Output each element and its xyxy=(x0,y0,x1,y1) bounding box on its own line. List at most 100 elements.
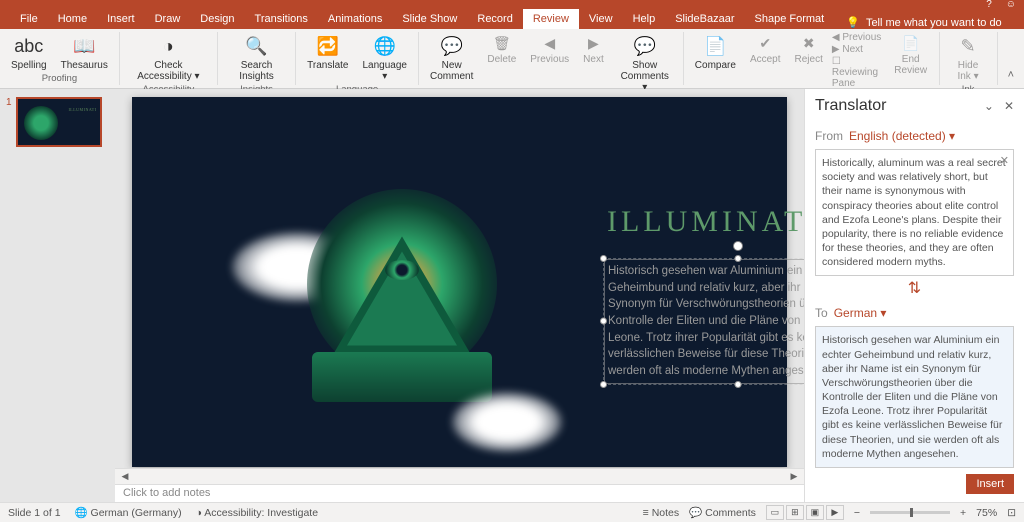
delete-comment-button: 🗑Delete xyxy=(482,32,521,67)
comment-icon: 💬 xyxy=(440,34,464,58)
tab-draw[interactable]: Draw xyxy=(145,9,191,29)
tab-file[interactable]: File xyxy=(10,9,48,29)
comments-icon: 💬 xyxy=(633,34,657,58)
zoom-out-button[interactable]: − xyxy=(854,507,860,519)
clear-source-icon[interactable]: ✕ xyxy=(1000,154,1009,169)
sorter-view-button[interactable]: ⊞ xyxy=(786,505,804,520)
cloud-icon xyxy=(452,392,562,452)
from-language-dropdown[interactable]: English (detected) ▾ xyxy=(849,129,955,143)
check-accessibility-button[interactable]: ◑Check Accessibility ▾ xyxy=(126,32,211,84)
globe-icon: 🌐 xyxy=(373,34,397,58)
slide-title[interactable]: ILLUMINATI xyxy=(607,205,804,239)
pane-close-icon[interactable]: ✕ xyxy=(1004,99,1014,113)
normal-view-button[interactable]: ▭ xyxy=(766,505,784,520)
accessibility-icon: ◑ xyxy=(156,34,180,58)
tab-record[interactable]: Record xyxy=(467,9,522,29)
slide-thumbnail-1[interactable]: ILLUMINATI xyxy=(16,97,102,147)
resize-handle-tl[interactable] xyxy=(600,255,607,262)
tab-transitions[interactable]: Transitions xyxy=(245,9,318,29)
resize-handle-bl[interactable] xyxy=(600,381,607,388)
spelling-icon: abc xyxy=(17,34,41,58)
scroll-left-icon[interactable]: ◀ xyxy=(119,471,131,482)
bulb-icon: 💡 xyxy=(846,16,860,29)
compare-icon: 📄 xyxy=(703,34,727,58)
to-language-dropdown[interactable]: German ▾ xyxy=(834,306,887,320)
tab-slidebazaar[interactable]: SlideBazaar xyxy=(665,9,744,29)
source-text-box[interactable]: Historically, aluminum was a real secret… xyxy=(815,149,1014,276)
eye-icon xyxy=(385,260,419,280)
zoom-in-button[interactable]: + xyxy=(960,507,966,519)
slide-thumbnails: 1 ILLUMINATI xyxy=(0,89,115,502)
spelling-button[interactable]: abcSpelling xyxy=(6,32,52,73)
zoom-thumb[interactable] xyxy=(910,508,913,517)
fit-window-button[interactable]: ⊡ xyxy=(1007,507,1016,519)
tab-view[interactable]: View xyxy=(579,9,623,29)
tab-animations[interactable]: Animations xyxy=(318,9,392,29)
end-review-button: 📄End Review xyxy=(889,32,933,78)
show-comments-button[interactable]: 💬Show Comments ▾ xyxy=(613,32,677,95)
hide-ink-button: ✎Hide Ink ▾ xyxy=(946,32,991,84)
rotate-handle[interactable] xyxy=(733,241,743,251)
notes-toggle[interactable]: ≡ Notes xyxy=(643,507,679,519)
tell-me-search[interactable]: 💡 Tell me what you want to do xyxy=(846,16,1001,29)
tab-shape-format[interactable]: Shape Format xyxy=(745,9,835,29)
slide-body-textbox[interactable]: Historisch gesehen war Aluminium ein ech… xyxy=(604,259,804,384)
scroll-right-icon[interactable]: ▶ xyxy=(788,471,800,482)
tab-design[interactable]: Design xyxy=(190,9,244,29)
new-comment-button[interactable]: 💬New Comment xyxy=(425,32,478,84)
resize-handle-mb[interactable] xyxy=(735,381,742,388)
tab-home[interactable]: Home xyxy=(48,9,97,29)
compare-button[interactable]: 📄Compare xyxy=(690,32,741,73)
zoom-level[interactable]: 75% xyxy=(976,507,997,519)
tab-review[interactable]: Review xyxy=(523,9,579,29)
tab-insert[interactable]: Insert xyxy=(97,9,145,29)
reject-icon: ✖ xyxy=(800,34,818,52)
search-insights-button[interactable]: 🔍Search Insights xyxy=(224,32,289,84)
resize-handle-ml[interactable] xyxy=(600,318,607,325)
translator-title: Translator xyxy=(815,97,886,115)
comments-toggle[interactable]: 💬 Comments xyxy=(689,506,756,519)
resize-handle-mt[interactable] xyxy=(735,255,742,262)
language-button[interactable]: 🌐Language ▾ xyxy=(358,32,413,84)
target-text-box: Historisch gesehen war Aluminium ein ech… xyxy=(815,326,1014,468)
thumb-number: 1 xyxy=(6,97,12,147)
next-change-icon: ▶ xyxy=(832,44,842,55)
language-status[interactable]: 🌐 German (Germany) xyxy=(75,506,182,519)
group-proofing: Proofing xyxy=(42,73,77,86)
translate-icon: 🔁 xyxy=(316,34,340,58)
thumb-title: ILLUMINATI xyxy=(68,107,96,112)
horizontal-scrollbar[interactable]: ◀ ▶ xyxy=(115,468,804,484)
slide-body-text[interactable]: Historisch gesehen war Aluminium ein ech… xyxy=(604,259,804,384)
insert-button[interactable]: Insert xyxy=(966,474,1014,494)
tell-me-label: Tell me what you want to do xyxy=(866,17,1002,29)
thesaurus-button[interactable]: 📖Thesaurus xyxy=(56,32,113,73)
slide-canvas[interactable]: ILLUMINATI Historisch gesehen war Alumin… xyxy=(132,97,787,467)
accept-button: ✔Accept xyxy=(745,32,786,67)
translate-button[interactable]: 🔁Translate xyxy=(302,32,353,73)
base-icon xyxy=(312,352,492,402)
slide-illustration xyxy=(262,172,542,452)
notes-pane[interactable]: Click to add notes xyxy=(115,484,804,502)
slideshow-button[interactable]: ▶ xyxy=(826,505,844,520)
ink-icon: ✎ xyxy=(956,34,980,58)
prev-change-button: ◀ Previous xyxy=(832,32,885,43)
ribbon-tabs: File Home Insert Draw Design Transitions… xyxy=(0,9,1024,29)
tab-slideshow[interactable]: Slide Show xyxy=(392,9,467,29)
reading-view-button[interactable]: ▣ xyxy=(806,505,824,520)
collapse-ribbon-button[interactable]: ˄ xyxy=(998,65,1024,85)
zoom-slider[interactable] xyxy=(870,511,950,514)
swap-languages-button[interactable]: ⇅ xyxy=(815,278,1014,298)
titlebar: ? ☺ xyxy=(0,0,1024,9)
accessibility-status[interactable]: ◑ Accessibility: Investigate xyxy=(196,507,319,519)
next-icon: ▶ xyxy=(584,34,602,52)
ribbon: abcSpelling 📖Thesaurus Proofing ◑Check A… xyxy=(0,29,1024,89)
source-text: Historically, aluminum was a real secret… xyxy=(822,157,1006,268)
prev-change-icon: ◀ xyxy=(832,32,842,43)
end-review-icon: 📄 xyxy=(902,34,920,52)
thesaurus-icon: 📖 xyxy=(72,34,96,58)
tab-help[interactable]: Help xyxy=(623,9,666,29)
pane-options-icon[interactable]: ⌄ xyxy=(984,99,994,113)
reject-button: ✖Reject xyxy=(790,32,828,67)
search-icon: 🔍 xyxy=(245,34,269,58)
next-comment-button: ▶Next xyxy=(578,32,609,67)
